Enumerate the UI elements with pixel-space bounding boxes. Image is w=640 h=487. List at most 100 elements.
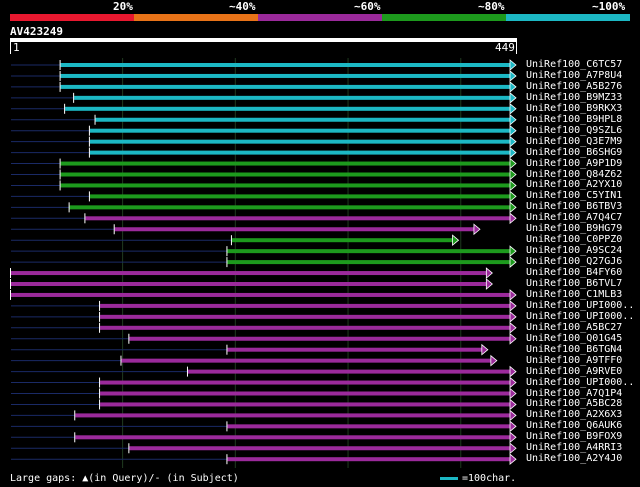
hit-name-link[interactable]: UniRef100_A2YX10: [526, 179, 622, 190]
hit-bar[interactable]: [60, 84, 511, 89]
hit-row[interactable]: [11, 387, 517, 400]
hit-bar[interactable]: [60, 161, 511, 166]
hit-row[interactable]: [11, 102, 517, 115]
hit-row[interactable]: [11, 365, 517, 378]
hit-name-link[interactable]: UniRef100_B9MZ33: [526, 92, 622, 103]
hit-bar[interactable]: [129, 446, 510, 451]
hit-name-link[interactable]: UniRef100_A7Q4C7: [526, 212, 622, 223]
hit-bar[interactable]: [114, 227, 474, 232]
hit-row[interactable]: [11, 409, 517, 422]
hit-name-link[interactable]: UniRef100_C6TC57: [526, 59, 622, 70]
hit-bar[interactable]: [75, 435, 511, 440]
hit-bar[interactable]: [89, 150, 510, 155]
hit-bar[interactable]: [100, 391, 511, 396]
hit-name-link[interactable]: UniRef100_B6SHG9: [526, 147, 622, 158]
hit-row[interactable]: [11, 201, 517, 214]
hit-row[interactable]: [10, 289, 517, 301]
hit-row[interactable]: [11, 442, 517, 455]
hit-row[interactable]: [11, 300, 517, 312]
hit-bar[interactable]: [89, 128, 510, 133]
hit-name-link[interactable]: UniRef100_A4RRI3: [526, 442, 622, 453]
hit-bar[interactable]: [60, 73, 511, 78]
hit-row[interactable]: [11, 190, 517, 203]
hit-row[interactable]: [11, 124, 517, 137]
hit-bar[interactable]: [60, 172, 511, 177]
hit-row[interactable]: [11, 310, 517, 323]
hit-name-link[interactable]: UniRef100_B6TGN4: [526, 344, 622, 355]
hit-bar[interactable]: [60, 63, 511, 67]
hit-name-link[interactable]: UniRef100_C5YIN1: [526, 190, 622, 201]
hit-name-link[interactable]: UniRef100_A9TFF0: [526, 355, 622, 366]
hit-bar[interactable]: [227, 424, 510, 429]
hit-name-link[interactable]: UniRef100_Q01G45: [526, 333, 622, 344]
hit-row[interactable]: [11, 81, 517, 93]
hit-name-link[interactable]: UniRef100_B6TVL7: [526, 278, 622, 289]
hit-bar[interactable]: [187, 369, 510, 374]
hit-bar[interactable]: [227, 457, 510, 462]
hit-row[interactable]: [11, 146, 517, 159]
hit-row[interactable]: [11, 245, 517, 258]
hit-name-link[interactable]: UniRef100_UPI000..: [526, 377, 634, 388]
hit-row[interactable]: [11, 234, 460, 247]
hit-row[interactable]: [11, 332, 517, 345]
hit-row[interactable]: [11, 431, 517, 444]
hit-row[interactable]: [11, 354, 498, 367]
hit-name-link[interactable]: UniRef100_B9HPL8: [526, 114, 622, 125]
hit-name-link[interactable]: UniRef100_Q6AUK6: [526, 420, 622, 431]
hit-name-link[interactable]: UniRef100_B9FOX9: [526, 431, 622, 442]
hit-row[interactable]: [11, 168, 517, 181]
hit-name-link[interactable]: UniRef100_A5BC27: [526, 322, 622, 333]
hit-row[interactable]: [11, 113, 517, 126]
hit-bar[interactable]: [11, 282, 487, 286]
hit-bar[interactable]: [227, 249, 510, 254]
hit-name-link[interactable]: UniRef100_A9SC24: [526, 245, 622, 256]
hit-bar[interactable]: [89, 194, 510, 199]
hit-name-link[interactable]: UniRef100_A2X6X3: [526, 409, 622, 420]
hit-bar[interactable]: [74, 95, 510, 100]
hit-row[interactable]: [11, 179, 517, 192]
hit-row[interactable]: [11, 59, 517, 71]
hit-row[interactable]: [11, 321, 517, 334]
hit-row[interactable]: [11, 453, 517, 466]
hit-name-link[interactable]: UniRef100_Q9SZL6: [526, 125, 622, 136]
hit-name-link[interactable]: UniRef100_C0PPZ0: [526, 234, 622, 245]
hit-bar[interactable]: [129, 336, 510, 341]
hit-bar[interactable]: [227, 347, 482, 352]
hit-name-link[interactable]: UniRef100_A9RVE0: [526, 366, 622, 377]
hit-bar[interactable]: [75, 413, 511, 418]
hit-row[interactable]: [11, 376, 517, 389]
hit-name-link[interactable]: UniRef100_A7Q1P4: [526, 388, 622, 399]
hit-bar[interactable]: [100, 303, 511, 308]
hit-bar[interactable]: [231, 238, 453, 243]
hit-row[interactable]: [10, 278, 493, 290]
hit-name-link[interactable]: UniRef100_C1MLB3: [526, 289, 622, 300]
hit-row[interactable]: [11, 212, 517, 225]
hit-name-link[interactable]: UniRef100_UPI000..: [526, 311, 634, 322]
hit-name-link[interactable]: UniRef100_A5B276: [526, 81, 622, 92]
hit-row[interactable]: [10, 267, 493, 279]
hit-name-link[interactable]: UniRef100_A9P1D9: [526, 158, 622, 169]
hit-name-link[interactable]: UniRef100_A7P8U4: [526, 70, 622, 81]
hit-bar[interactable]: [95, 117, 510, 122]
hit-row[interactable]: [11, 343, 489, 356]
hit-row[interactable]: [11, 223, 481, 236]
hit-name-link[interactable]: UniRef100_Q3E7M9: [526, 136, 622, 147]
hit-row[interactable]: [11, 91, 517, 104]
hit-name-link[interactable]: UniRef100_Q27GJ6: [526, 256, 622, 267]
hit-bar[interactable]: [100, 380, 511, 385]
hit-bar[interactable]: [11, 271, 487, 276]
hit-row[interactable]: [11, 420, 517, 433]
hit-name-link[interactable]: UniRef100_B9RKX3: [526, 103, 622, 114]
hit-bar[interactable]: [85, 216, 510, 221]
hit-name-link[interactable]: UniRef100_B4FY60: [526, 267, 622, 278]
hit-row[interactable]: [11, 256, 517, 268]
hit-bar[interactable]: [100, 402, 511, 407]
hit-name-link[interactable]: UniRef100_A2Y4J0: [526, 453, 622, 464]
hit-bar[interactable]: [65, 106, 510, 111]
hit-name-link[interactable]: UniRef100_A5BC28: [526, 398, 622, 409]
hit-name-link[interactable]: UniRef100_Q84Z62: [526, 169, 622, 180]
hit-bar[interactable]: [69, 205, 510, 210]
hit-bar[interactable]: [227, 260, 510, 265]
hit-bar[interactable]: [60, 183, 511, 188]
hit-bar[interactable]: [100, 314, 511, 319]
